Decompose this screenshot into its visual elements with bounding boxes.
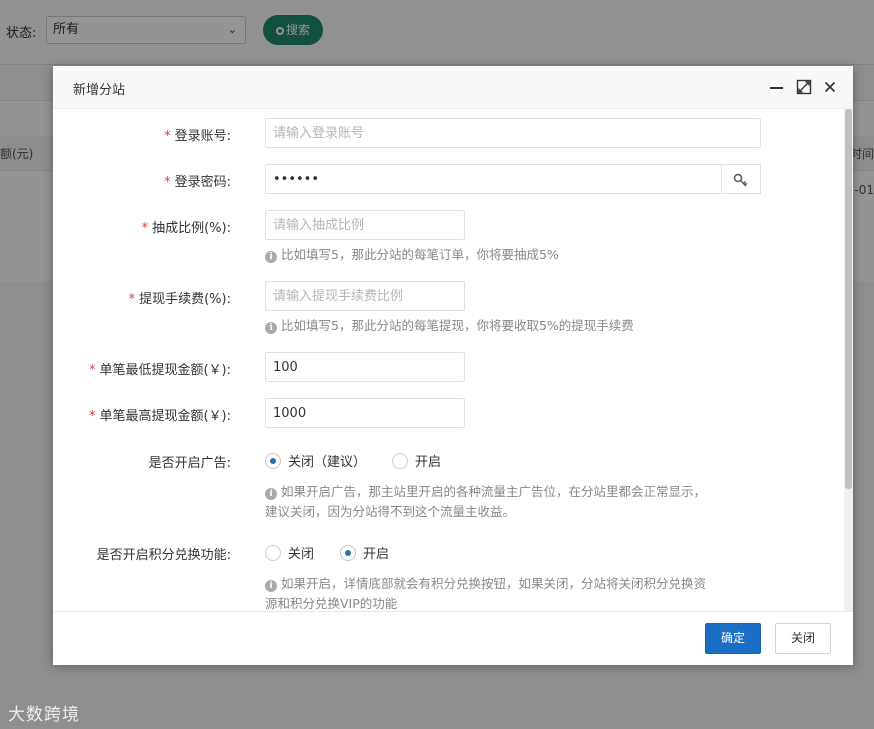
ads-radio-off-label: 关闭（建议） — [288, 455, 367, 470]
dialog-scrollbar[interactable] — [844, 109, 853, 611]
dialog-title: 新增分站 — [73, 83, 126, 98]
info-icon: i — [265, 322, 277, 334]
points-radio-on-label: 开启 — [363, 547, 390, 562]
points-radio-off[interactable] — [265, 544, 281, 561]
max-withdraw-input[interactable] — [265, 398, 465, 428]
account-label: * 登录账号: — [164, 129, 231, 144]
close-button[interactable]: 关闭 — [775, 623, 831, 654]
account-input[interactable] — [265, 118, 761, 148]
withdraw-fee-input[interactable] — [265, 281, 465, 311]
key-icon — [733, 173, 748, 187]
points-hint: i 如果开启，详情底部就会有积分兑换按钮，如果关闭，分站将关闭积分兑换资 源和积分… — [265, 576, 707, 611]
min-withdraw-input[interactable] — [265, 352, 465, 382]
points-radio-on[interactable] — [340, 544, 357, 561]
points-label: 是否开启积分兑换功能: — [96, 548, 231, 563]
ads-label: 是否开启广告: — [148, 456, 231, 471]
points-radio-off-label: 关闭 — [288, 547, 315, 562]
ads-radio-on[interactable] — [392, 452, 409, 469]
ads-radio-group: 关闭（建议） 开启 — [265, 451, 467, 471]
add-substation-dialog: 新增分站 *登录账号: *登录密码: *抽成比例(%): i比如填写5，那此分站… — [53, 66, 853, 665]
min-withdraw-label: * 单笔最低提现金额(￥): — [88, 363, 231, 378]
maximize-icon[interactable] — [796, 79, 812, 95]
info-icon: i — [265, 580, 277, 592]
dialog-footer: 确定 关闭 — [53, 611, 853, 665]
withdraw-fee-label: * 提现手续费(%): — [128, 292, 231, 307]
password-key-button[interactable] — [721, 164, 761, 194]
ads-hint: i 如果开启广告，那主站里开启的各种流量主广告位，在分站里都会正常显示， 建议关闭… — [265, 484, 707, 519]
commission-input[interactable] — [265, 210, 465, 240]
confirm-button[interactable]: 确定 — [705, 623, 761, 654]
commission-label: * 抽成比例(%): — [141, 221, 231, 236]
max-withdraw-label: * 单笔最高提现金额(￥): — [88, 409, 231, 424]
password-input[interactable] — [265, 164, 722, 194]
scrollbar-thumb[interactable] — [845, 109, 852, 489]
info-icon: i — [265, 251, 277, 263]
points-radio-group: 关闭 开启 — [265, 543, 415, 563]
withdraw-fee-hint: i 比如填写5，那此分站的每笔提现，你将要收取5%的提现手续费 — [265, 316, 634, 336]
ads-radio-off[interactable] — [265, 452, 281, 469]
dialog-header: 新增分站 — [53, 66, 853, 109]
ads-radio-on-label: 开启 — [415, 455, 442, 470]
info-icon: i — [265, 488, 277, 500]
minimize-icon[interactable] — [769, 79, 785, 95]
close-icon[interactable] — [822, 79, 838, 95]
dialog-body: *登录账号: *登录密码: *抽成比例(%): i比如填写5，那此分站的每笔订单… — [53, 109, 853, 611]
watermark-logo: 大数跨境 — [8, 705, 80, 725]
commission-hint: i 比如填写5，那此分站的每笔订单，你将要抽成5% — [265, 245, 559, 265]
password-label: * 登录密码: — [164, 175, 231, 190]
